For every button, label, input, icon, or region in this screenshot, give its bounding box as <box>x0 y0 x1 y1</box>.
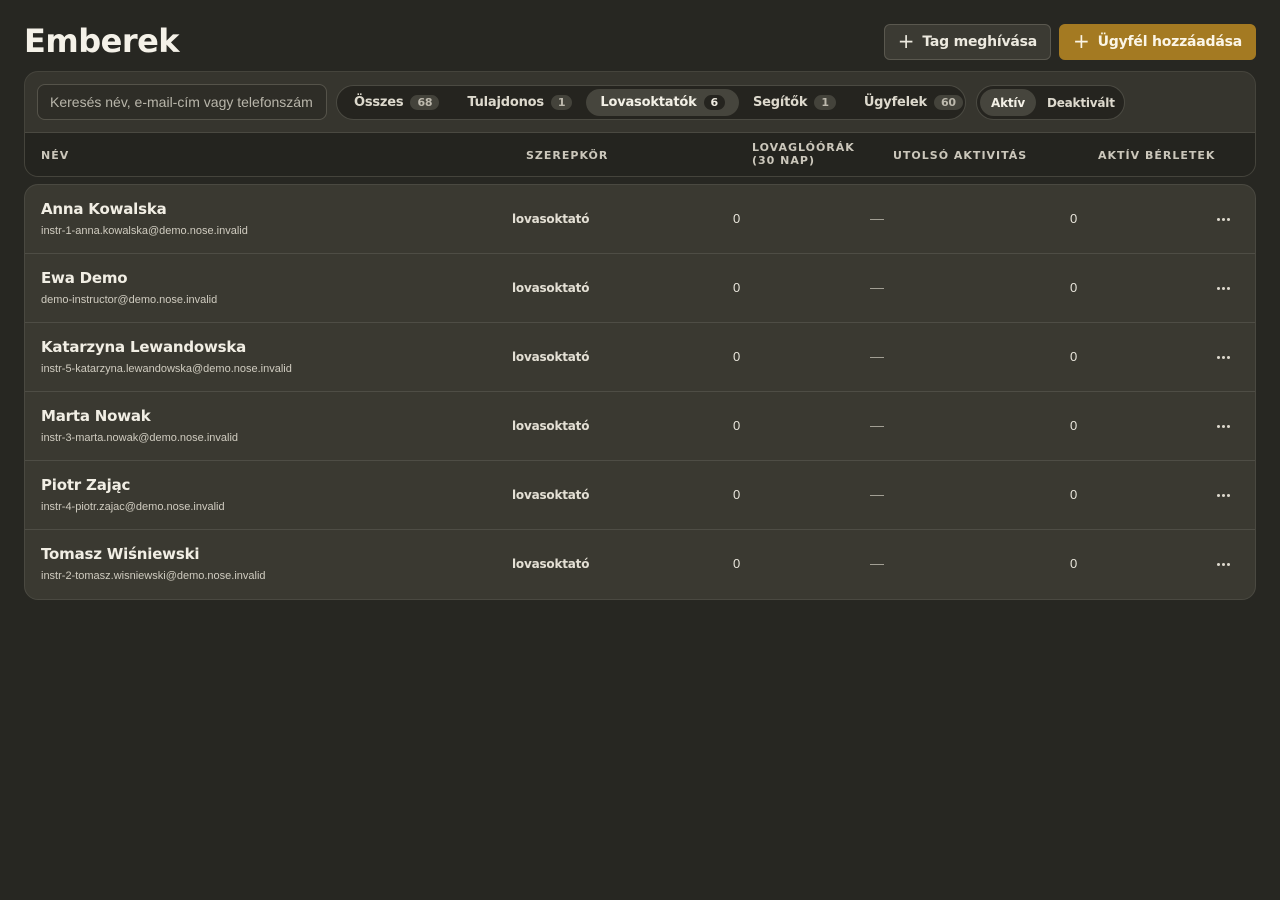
filters-panel: Összes 68 Tulajdonos 1 Lovasoktatók 6 Se… <box>24 71 1256 177</box>
page-title: Emberek <box>24 22 180 60</box>
person-email: instr-2-tomasz.wisniewski@demo.nose.inva… <box>41 570 266 582</box>
active-passes-value: 0 <box>1070 487 1078 502</box>
person-role: lovasoktató <box>512 350 590 364</box>
person-email: instr-3-marta.nowak@demo.nose.invalid <box>41 432 239 444</box>
last-activity-value: — <box>870 417 884 433</box>
role-count-badge: 6 <box>703 95 726 110</box>
active-passes-value: 0 <box>1070 418 1078 433</box>
more-horizontal-icon[interactable] <box>1209 414 1237 438</box>
invite-member-label: Tag meghívása <box>922 34 1038 50</box>
riding-hours-value: 0 <box>733 487 741 502</box>
plus-icon: + <box>897 29 915 53</box>
role-tab-instructors[interactable]: Lovasoktatók 6 <box>586 89 740 116</box>
person-name[interactable]: Anna Kowalska <box>41 200 167 218</box>
more-horizontal-icon[interactable] <box>1209 345 1237 369</box>
status-tab-active[interactable]: Aktív <box>980 89 1036 116</box>
last-activity-value: — <box>870 486 884 502</box>
role-tab-label: Ügyfelek <box>863 95 927 110</box>
last-activity-value: — <box>870 210 884 226</box>
active-passes-value: 0 <box>1070 556 1078 571</box>
table-row[interactable]: Katarzyna Lewandowska instr-5-katarzyna.… <box>25 323 1255 392</box>
filter-bar: Összes 68 Tulajdonos 1 Lovasoktatók 6 Se… <box>25 72 1255 133</box>
table-header: Név Szerepkör Lovaglóórák (30 nap) Utols… <box>25 133 1255 176</box>
role-tab-all[interactable]: Összes 68 <box>340 89 453 116</box>
table-row[interactable]: Piotr Zając instr-4-piotr.zajac@demo.nos… <box>25 461 1255 530</box>
more-horizontal-icon[interactable] <box>1209 276 1237 300</box>
role-count-badge: 1 <box>814 95 836 110</box>
riding-hours-value: 0 <box>733 556 741 571</box>
status-tab-deactivated[interactable]: Deaktivált <box>1036 89 1126 116</box>
invite-member-button[interactable]: + Tag meghívása <box>883 24 1052 60</box>
column-header-role[interactable]: Szerepkör <box>526 149 608 162</box>
search-input[interactable] <box>37 84 327 120</box>
role-tab-clients[interactable]: Ügyfelek 60 <box>850 89 977 116</box>
add-client-label: Ügyfél hozzáadása <box>1097 34 1243 50</box>
riding-hours-value: 0 <box>733 349 741 364</box>
person-role: lovasoktató <box>512 557 590 571</box>
person-role: lovasoktató <box>512 419 590 433</box>
header-actions: + Tag meghívása + Ügyfél hozzáadása <box>883 24 1256 60</box>
status-filter: Aktív Deaktivált <box>976 85 1125 120</box>
more-horizontal-icon[interactable] <box>1209 207 1237 231</box>
role-tab-label: Tulajdonos <box>467 95 544 110</box>
active-passes-value: 0 <box>1070 211 1078 226</box>
role-filter: Összes 68 Tulajdonos 1 Lovasoktatók 6 Se… <box>336 85 966 120</box>
riding-hours-value: 0 <box>733 280 741 295</box>
riding-hours-value: 0 <box>733 418 741 433</box>
table-row[interactable]: Tomasz Wiśniewski instr-2-tomasz.wisniew… <box>25 530 1255 599</box>
role-tab-label: Lovasoktatók <box>600 95 697 110</box>
column-header-active-passes[interactable]: Aktív bérletek <box>1098 149 1215 162</box>
person-email: instr-5-katarzyna.lewandowska@demo.nose.… <box>41 363 292 375</box>
role-tab-label: Összes <box>354 95 404 110</box>
table-row[interactable]: Ewa Demo demo-instructor@demo.nose.inval… <box>25 254 1255 323</box>
riding-hours-value: 0 <box>733 211 741 226</box>
role-count-badge: 68 <box>410 95 440 110</box>
person-email: instr-1-anna.kowalska@demo.nose.invalid <box>41 225 248 237</box>
person-role: lovasoktató <box>512 488 590 502</box>
person-role: lovasoktató <box>512 281 590 295</box>
role-tab-label: Segítők <box>753 95 808 110</box>
person-name[interactable]: Ewa Demo <box>41 269 128 287</box>
column-header-riding-hours[interactable]: Lovaglóórák (30 nap) <box>752 141 882 167</box>
last-activity-value: — <box>870 555 884 571</box>
more-horizontal-icon[interactable] <box>1209 483 1237 507</box>
table-row[interactable]: Marta Nowak instr-3-marta.nowak@demo.nos… <box>25 392 1255 461</box>
active-passes-value: 0 <box>1070 280 1078 295</box>
person-name[interactable]: Tomasz Wiśniewski <box>41 545 199 563</box>
last-activity-value: — <box>870 279 884 295</box>
active-passes-value: 0 <box>1070 349 1078 364</box>
person-name[interactable]: Piotr Zając <box>41 476 130 494</box>
plus-icon: + <box>1073 29 1090 53</box>
last-activity-value: — <box>870 348 884 364</box>
add-client-button[interactable]: + Ügyfél hozzáadása <box>1059 24 1256 60</box>
role-tab-helpers[interactable]: Segítők 1 <box>739 89 850 116</box>
people-list: Anna Kowalska instr-1-anna.kowalska@demo… <box>24 184 1256 600</box>
table-row[interactable]: Anna Kowalska instr-1-anna.kowalska@demo… <box>25 185 1255 254</box>
more-horizontal-icon[interactable] <box>1209 552 1237 576</box>
role-count-badge: 1 <box>550 95 573 110</box>
person-name[interactable]: Katarzyna Lewandowska <box>41 338 246 356</box>
role-tab-owner[interactable]: Tulajdonos 1 <box>453 89 586 116</box>
person-email: instr-4-piotr.zajac@demo.nose.invalid <box>41 501 225 513</box>
column-header-last-activity[interactable]: Utolsó aktivitás <box>893 149 1027 162</box>
role-count-badge: 60 <box>933 95 963 110</box>
person-role: lovasoktató <box>512 212 590 226</box>
person-email: demo-instructor@demo.nose.invalid <box>41 294 218 306</box>
person-name[interactable]: Marta Nowak <box>41 407 151 425</box>
column-header-name[interactable]: Név <box>41 149 69 162</box>
